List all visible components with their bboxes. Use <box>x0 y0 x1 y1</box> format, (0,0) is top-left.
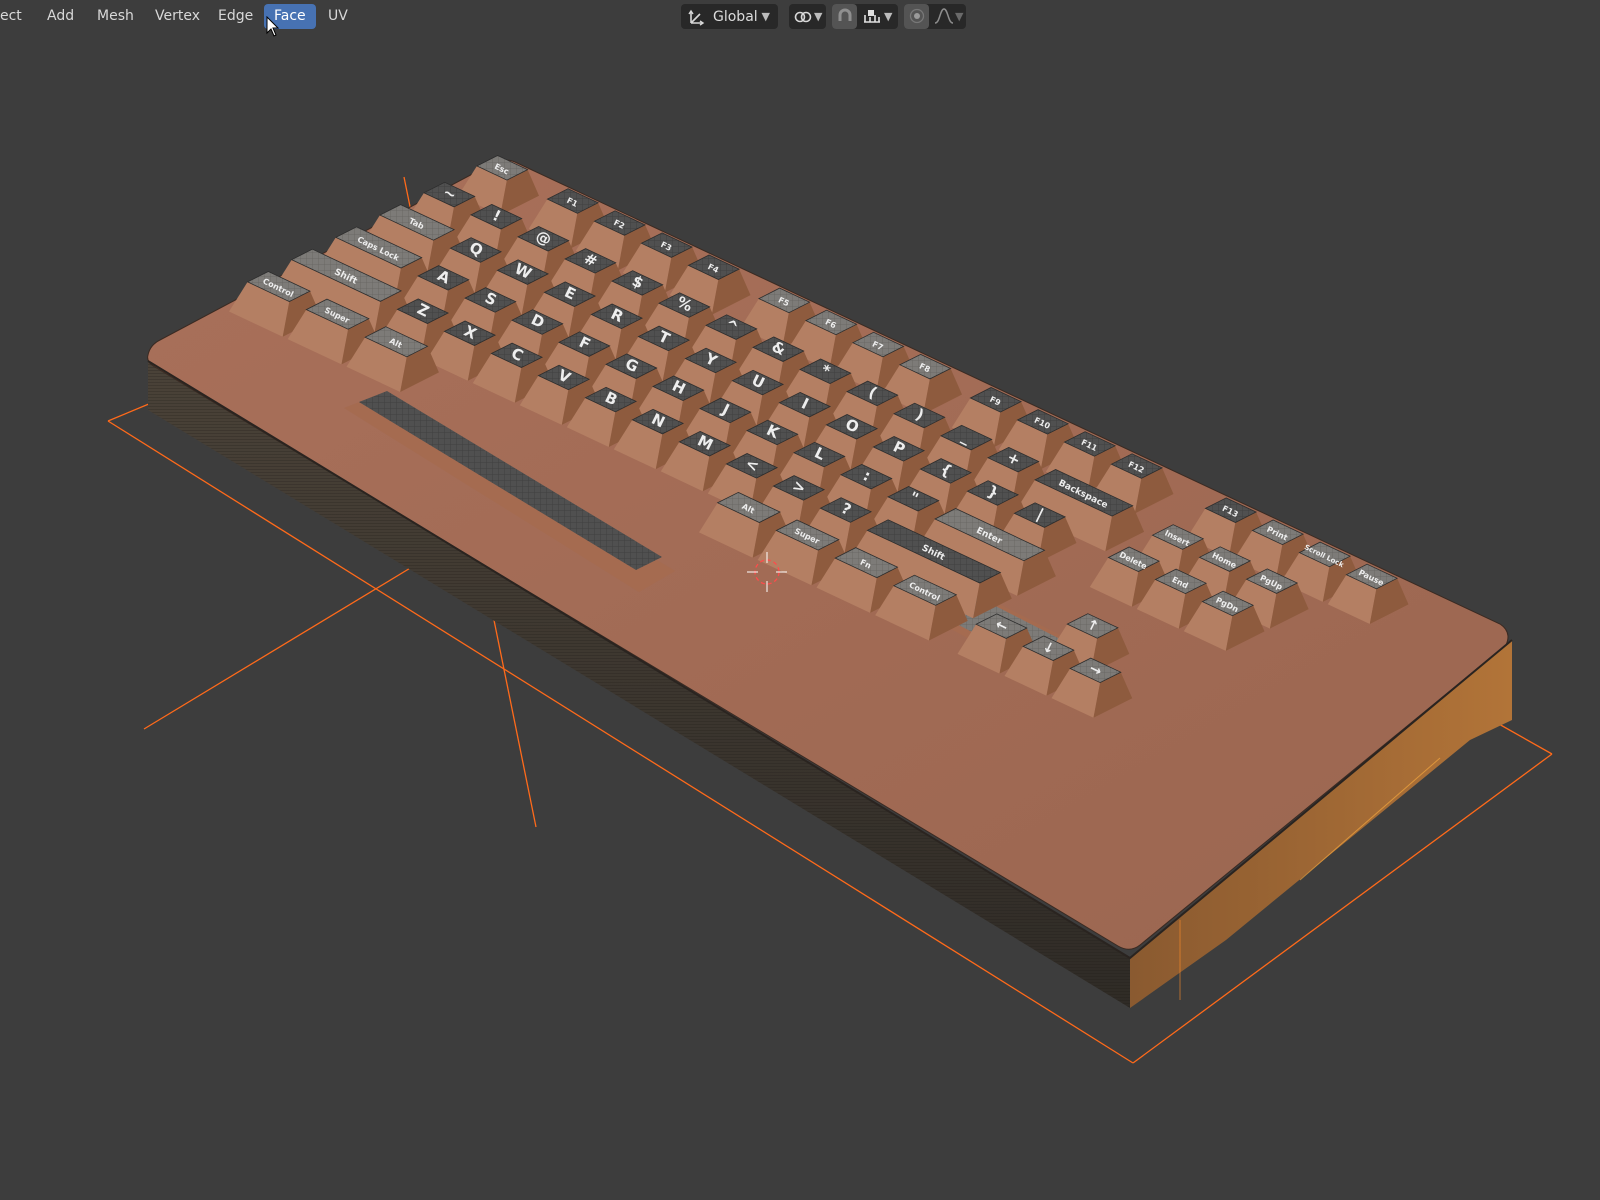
chevron-down-icon: ▼ <box>761 10 770 23</box>
menu-add[interactable]: Add <box>37 4 84 29</box>
chevron-down-icon[interactable]: ▼ <box>884 10 892 23</box>
menu-edge[interactable]: Edge <box>208 4 263 29</box>
3d-viewport[interactable]: Esc F1 F2 F3 F4 F5 F6 F7 F8 F9 F10 F11 F12 ~! @ # $% ^ & *(… <box>0 33 1600 1200</box>
menu-uv[interactable]: UV <box>318 4 358 29</box>
proportional-editing-icon[interactable] <box>909 8 925 24</box>
snap-magnet-icon[interactable] <box>836 7 854 25</box>
transform-orientation-dropdown[interactable]: Global ▼ <box>681 4 778 29</box>
transform-orientation-icon <box>688 8 706 26</box>
keyboard-scene[interactable]: EscF1F2F3F4F5F6F7F8F9F10F11F12~!@#$%^&*(… <box>0 0 1600 1200</box>
viewport-header: ect Add Mesh Vertex Edge Face UV Global … <box>0 0 1600 33</box>
snapping-group: ▼ <box>832 4 898 29</box>
proportional-editing-group: ▼ <box>904 4 966 29</box>
menu-object[interactable]: ect <box>0 4 32 29</box>
orientation-value: Global <box>713 8 758 25</box>
menu-vertex[interactable]: Vertex <box>145 4 210 29</box>
pivot-point-dropdown[interactable]: ▼ <box>789 4 826 29</box>
mouse-pointer-icon <box>266 15 280 42</box>
pivot-point-icon <box>793 8 813 26</box>
falloff-curve-icon[interactable] <box>934 7 954 25</box>
blender-window: ect Add Mesh Vertex Edge Face UV Global … <box>0 0 1600 1200</box>
chevron-down-icon: ▼ <box>814 10 823 23</box>
chevron-down-icon[interactable]: ▼ <box>955 10 963 23</box>
snap-increment-icon[interactable] <box>862 7 882 25</box>
menu-mesh[interactable]: Mesh <box>87 4 144 29</box>
